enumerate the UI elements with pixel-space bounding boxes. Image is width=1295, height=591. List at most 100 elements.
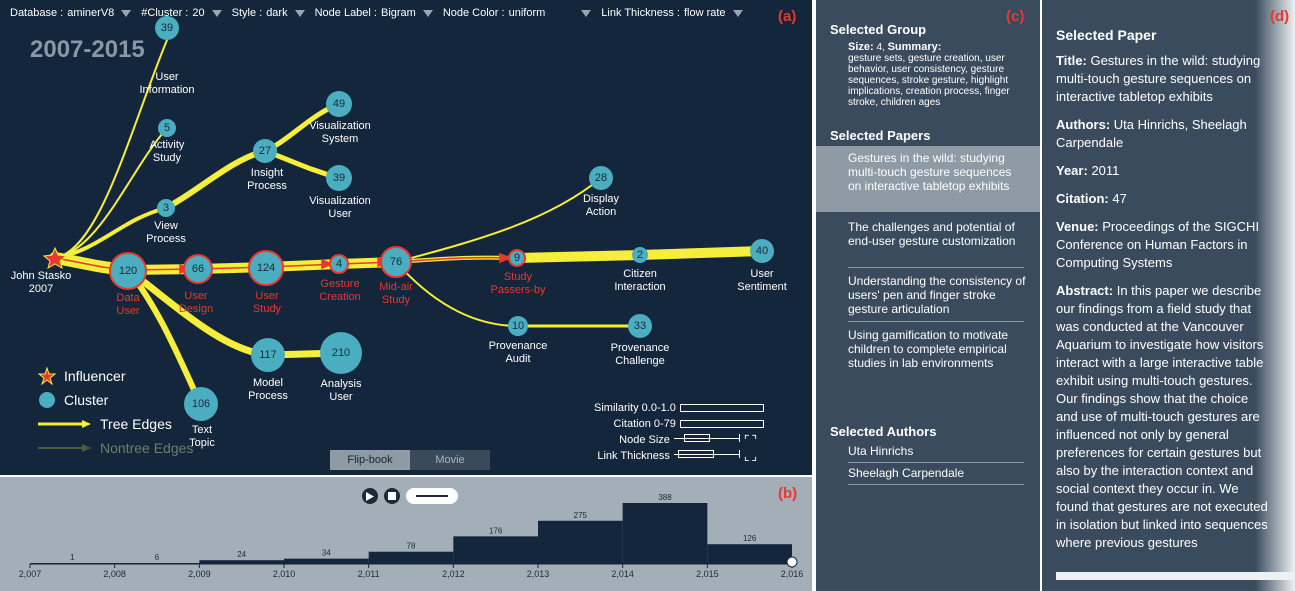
node-label: Gesture Creation [319,278,361,303]
legend-tree-edges: Tree Edges [38,412,193,436]
node-number: 66 [191,263,205,275]
author-list-item[interactable]: Sheelagh Carpendale [848,466,1024,485]
playback-controls [362,488,458,504]
tab-flipbook[interactable]: Flip-book [330,450,410,470]
timeline-bar [199,560,284,564]
node-size-track[interactable] [673,434,740,446]
timeline-value-label: 34 [322,549,331,558]
node-number: 28 [594,172,608,184]
node-number: 124 [256,262,276,274]
timeline-value-label: 275 [574,511,588,520]
stop-button[interactable] [384,488,400,504]
link-thickness-handle[interactable] [677,450,714,458]
circle-icon [39,392,55,408]
similarity-track[interactable] [679,404,764,412]
paper-venue: Venue: Proceedings of the SIGCHI Confere… [1056,219,1260,270]
node-label: User Sentiment [737,268,787,293]
node-number: 210 [331,347,351,359]
paper-list-item[interactable]: Gestures in the wild: studying multi-tou… [816,146,1040,212]
mode-tabs: Flip-book Movie [330,450,490,470]
node-label: Display Action [582,193,620,218]
timeline-value-label: 126 [743,534,757,543]
timeline-tick-label: 2,007 [19,569,42,579]
selected-papers-heading: Selected Papers [830,128,931,143]
group-size: 4, [876,42,885,53]
play-button[interactable] [362,488,378,504]
node-number: 120 [118,265,138,277]
node-number: 106 [191,398,211,410]
node-label: Activity Study [149,139,185,164]
panel-tag-c: (c) [1006,8,1025,25]
divider [848,321,1024,322]
similarity-slider[interactable]: Similarity 0.0-1.0 [594,400,764,416]
node-label: Data User [116,292,140,317]
paper-list-item[interactable]: Using gamification to motivate children … [816,328,1040,370]
timeline-value-label: 1 [70,553,75,562]
timeline-value-label: 78 [407,542,416,551]
node-number: 3 [162,202,170,214]
divider [848,267,1024,268]
scrollbar[interactable] [1056,572,1295,580]
node-label: View Process [146,220,186,245]
citation-slider[interactable]: Citation 0-79 [594,416,764,432]
link-thickness-track[interactable] [673,450,740,462]
group-info: Size: 4, Summary: gesture sets, gesture … [848,41,1010,109]
node-label: Insight Process [247,167,287,192]
panel-tag-d: (d) [1270,8,1290,25]
legend: Influencer Cluster Tree Edges Nontree Ed… [38,364,193,460]
cluster-nodes [109,16,774,421]
paper-abstract: Abstract: In this paper we describe our … [1056,283,1268,550]
paper-detail: Selected Paper Title: Gestures in the wi… [1056,26,1270,562]
filter-sliders: Similarity 0.0-1.0 Citation 0-79 Node Si… [594,400,764,464]
paper-year: Year: 2011 [1056,163,1120,178]
timeline-tick-label: 2,009 [188,569,211,579]
timeline-tick-label: 2,016 [781,569,804,579]
node-size-slider[interactable]: Node Size ⌜⌝ [594,432,764,448]
arrow-icon [38,420,91,428]
paper-citation: Citation: 47 [1056,191,1127,206]
node-number: 5 [163,122,171,134]
timeline-bar [707,544,792,564]
node-number: 40 [755,245,769,257]
timeline-value-label: 24 [237,550,246,559]
tree-edge [395,177,602,263]
timeline-tick-label: 2,014 [611,569,634,579]
expand-icon[interactable]: ⌜⌝ [744,433,764,447]
paper-list-item[interactable]: The challenges and potential of end-user… [816,220,1040,248]
collapse-icon[interactable]: ⌞⌟ [744,449,764,463]
group-summary: gesture sets, gesture creation, user beh… [848,53,1010,108]
legend-influencer: Influencer [38,364,193,388]
timeline-value-label: 176 [489,526,503,535]
node-number: 9 [513,252,521,264]
node-number: 27 [258,145,272,157]
node-number: 2 [636,249,644,261]
timeline-tick-label: 2,011 [358,569,380,579]
node-number: 4 [335,258,343,270]
node-number: 76 [389,256,403,268]
node-label: Study Passers-by [490,271,546,296]
node-label: Visualization System [309,120,371,145]
timeline-bar [368,551,454,564]
node-label: User Design [178,290,214,315]
node-number: 49 [332,98,346,110]
arrow-icon [38,444,91,452]
selected-group-heading: Selected Group [830,22,927,37]
link-thickness-slider[interactable]: Link Thickness ⌞⌟ [594,448,764,464]
citation-track[interactable] [679,420,764,428]
node-number: 39 [332,172,346,184]
node-label: Visualization User [309,195,371,220]
paper-list-item[interactable]: Understanding the consistency of users' … [816,274,1040,316]
node-label: Mid-air Study [379,281,413,306]
tab-movie[interactable]: Movie [410,450,490,470]
node-size-handle[interactable] [683,434,710,442]
timeline-tick-label: 2,010 [273,569,296,579]
panel-tag-b: (b) [778,485,798,502]
author-list-item[interactable]: Uta Hinrichs [848,444,1024,463]
paper-detail-panel: (d) Selected Paper Title: Gestures in th… [1042,0,1295,591]
node-label: Provenance Audit [488,340,548,365]
paper-authors: Authors: Uta Hinrichs, Sheelagh Carpenda… [1056,117,1247,150]
node-number: 117 [259,349,277,361]
speed-slider[interactable] [406,488,458,504]
timeline-range-handle[interactable] [786,556,798,568]
node-label: User Information [139,71,195,96]
